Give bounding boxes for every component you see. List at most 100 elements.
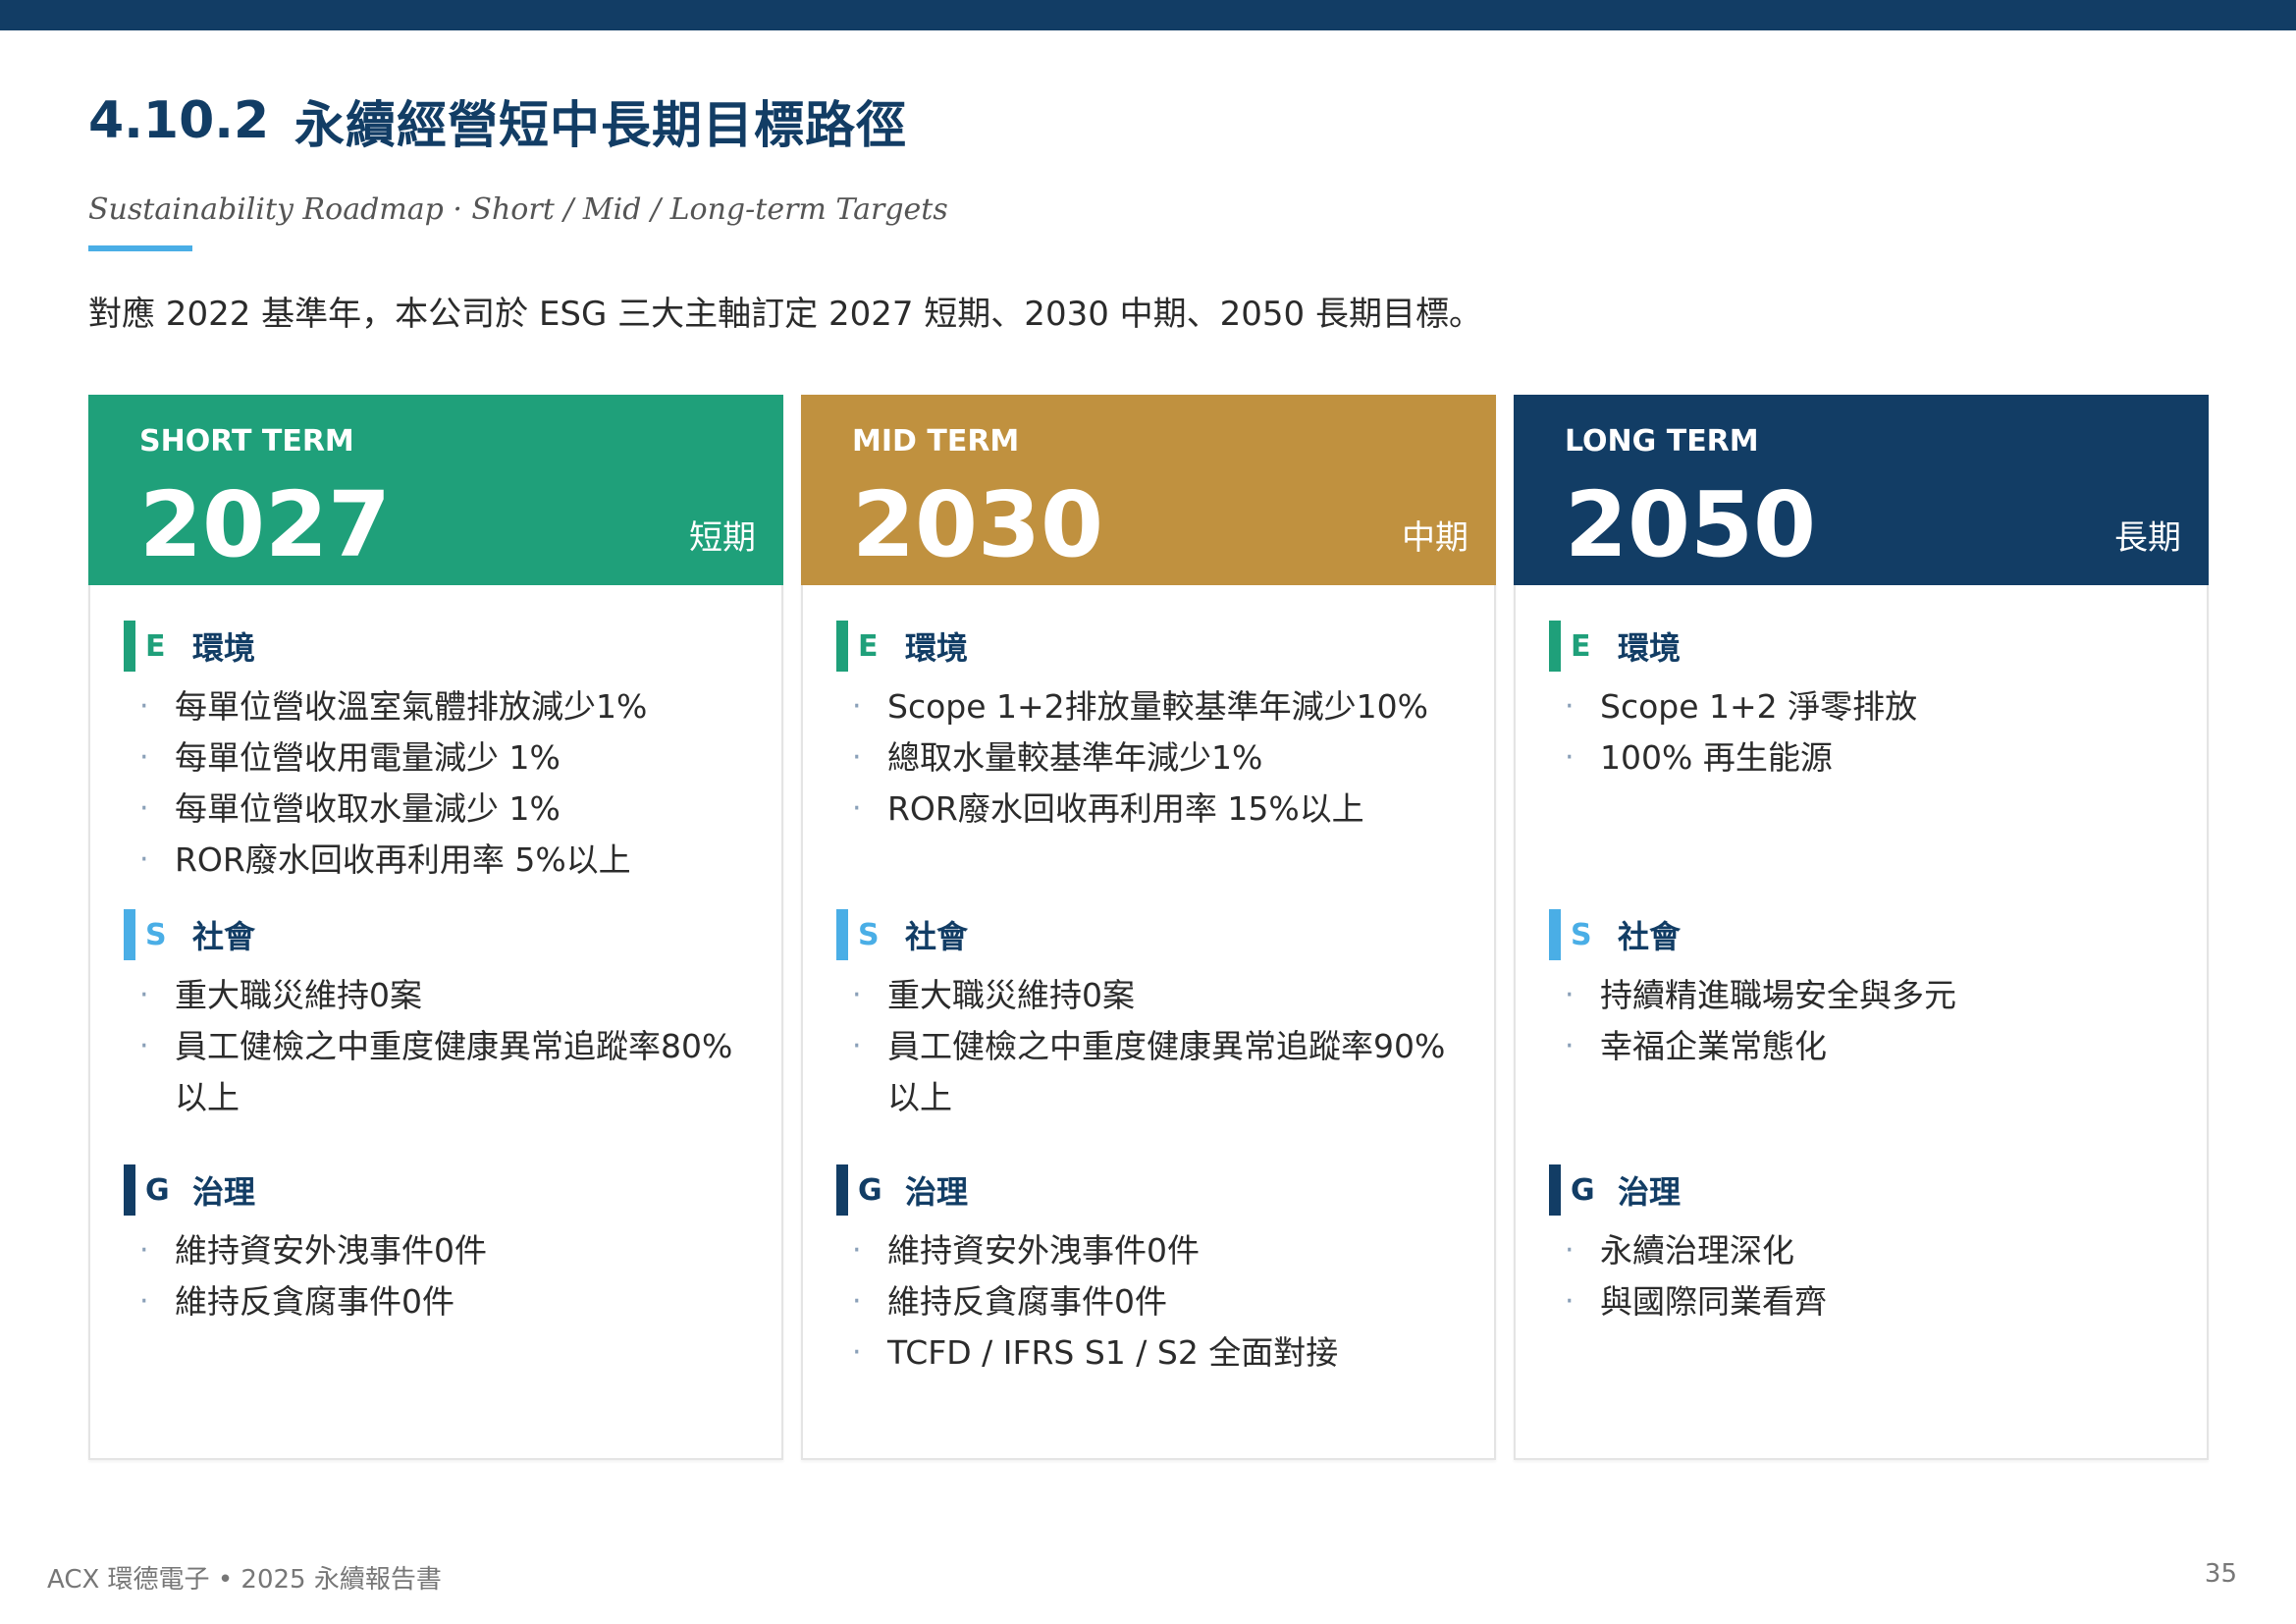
term-chinese-label: 長期: [2114, 518, 2181, 558]
group-letter: G: [145, 1172, 170, 1208]
group-title: 社會: [905, 918, 969, 955]
bullet-icon: ·: [852, 1233, 862, 1268]
list-item: · 員工健檢之中重度健康異常追蹤率80%以上: [124, 1021, 744, 1123]
group-governance: G 治理 · 維持資安外洩事件0件 · 維持反貪腐事件0件 · TCFD / IFRS…: [836, 1164, 1457, 1379]
bullet-icon: ·: [1565, 978, 1575, 1012]
list-item: · 持續精進職場安全與多元: [1549, 970, 2169, 1021]
intro-paragraph: 對應 2022 基準年，本公司於 ESG 三大主軸訂定 2027 短期、2030…: [88, 295, 1482, 334]
group-letter: S: [1571, 917, 1592, 952]
group-letter: S: [145, 917, 167, 952]
environment-bar: [836, 621, 848, 672]
footer-report-title: ACX 環德電子 • 2025 永續報告書: [47, 1565, 442, 1595]
term-label: SHORT TERM: [139, 424, 354, 459]
list-item: · TCFD / IFRS S1 / S2 全面對接: [836, 1327, 1457, 1379]
list-item: · 幸福企業常態化: [1549, 1021, 2169, 1072]
bullet-icon: ·: [139, 740, 149, 775]
list-item: · Scope 1+2排放量較基準年減少10%: [836, 681, 1457, 732]
list-item: · 員工健檢之中重度健康異常追蹤率90%以上: [836, 1021, 1457, 1123]
group-letter: S: [858, 917, 880, 952]
governance-bar: [1549, 1164, 1561, 1216]
term-year: 2030: [852, 472, 1104, 577]
term-year: 2027: [139, 472, 392, 577]
bullet-icon: ·: [852, 1029, 862, 1063]
card-long-term: LONG TERM 2050 長期 E 環境 · Scope 1+2 淨零排放 ·…: [1514, 395, 2209, 1460]
group-social: S 社會 · 重大職災維持0案 · 員工健檢之中重度健康異常追蹤率80%以上: [124, 909, 744, 1123]
bullet-icon: ·: [1565, 689, 1575, 724]
list-item: · 維持反貪腐事件0件: [124, 1276, 744, 1327]
bullet-icon: ·: [139, 1233, 149, 1268]
bullet-icon: ·: [1565, 1284, 1575, 1319]
group-title: 治理: [1618, 1173, 1682, 1211]
card-short-term: SHORT TERM 2027 短期 E 環境 · 每單位營收溫室氣體排放減少1%…: [88, 395, 783, 1460]
list-item: · 與國際同業看齊: [1549, 1276, 2169, 1327]
section-title: 永續經營短中長期目標路徑: [294, 97, 908, 155]
group-title: 環境: [905, 629, 969, 667]
term-label: LONG TERM: [1565, 424, 1759, 459]
bullet-icon: ·: [139, 791, 149, 826]
group-title: 環境: [1618, 629, 1682, 667]
environment-bar: [1549, 621, 1561, 672]
group-social: S 社會 · 重大職災維持0案 · 員工健檢之中重度健康異常追蹤率90%以上: [836, 909, 1457, 1123]
list-item: · 重大職災維持0案: [836, 970, 1457, 1021]
term-chinese-label: 短期: [689, 518, 756, 558]
card-mid-term: MID TERM 2030 中期 E 環境 · Scope 1+2排放量較基準年減…: [801, 395, 1496, 1460]
bullet-icon: ·: [139, 1029, 149, 1063]
term-chinese-label: 中期: [1402, 518, 1468, 558]
card-header-long-term: LONG TERM 2050 長期: [1514, 395, 2209, 585]
section-heading: 4.10.2 永續經營短中長期目標路徑: [88, 86, 907, 155]
list-item: · ROR廢水回收再利用率 5%以上: [124, 835, 744, 886]
group-title: 治理: [192, 1173, 256, 1211]
governance-bar: [124, 1164, 135, 1216]
list-item: · 100% 再生能源: [1549, 732, 2169, 784]
list-item: · 維持資安外洩事件0件: [836, 1225, 1457, 1276]
list-item: · ROR廢水回收再利用率 15%以上: [836, 784, 1457, 835]
subtitle-underline: [88, 245, 192, 251]
bullet-icon: ·: [852, 978, 862, 1012]
bullet-icon: ·: [852, 740, 862, 775]
bullet-icon: ·: [1565, 740, 1575, 775]
list-item: · 永續治理深化: [1549, 1225, 2169, 1276]
bullet-icon: ·: [852, 689, 862, 724]
bullet-icon: ·: [852, 1335, 862, 1370]
bullet-icon: ·: [139, 978, 149, 1012]
bullet-icon: ·: [1565, 1029, 1575, 1063]
section-number: 4.10.2: [88, 91, 270, 150]
group-title: 環境: [192, 629, 256, 667]
group-environment: E 環境 · Scope 1+2 淨零排放 · 100% 再生能源: [1549, 621, 2169, 784]
group-title: 社會: [1618, 918, 1682, 955]
group-governance: G 治理 · 永續治理深化 · 與國際同業看齊: [1549, 1164, 2169, 1327]
group-letter: E: [858, 628, 879, 664]
group-title: 社會: [192, 918, 256, 955]
term-year: 2050: [1565, 472, 1817, 577]
card-header-mid-term: MID TERM 2030 中期: [801, 395, 1496, 585]
group-governance: G 治理 · 維持資安外洩事件0件 · 維持反貪腐事件0件: [124, 1164, 744, 1327]
group-letter: E: [1571, 628, 1591, 664]
list-item: · 每單位營收用電量減少 1%: [124, 732, 744, 784]
group-title: 治理: [905, 1173, 969, 1211]
group-letter: E: [145, 628, 166, 664]
bullet-icon: ·: [139, 1284, 149, 1319]
bullet-icon: ·: [139, 842, 149, 877]
card-header-short-term: SHORT TERM 2027 短期: [88, 395, 783, 585]
list-item: · 每單位營收取水量減少 1%: [124, 784, 744, 835]
list-item: · 重大職災維持0案: [124, 970, 744, 1021]
list-item: · 每單位營收溫室氣體排放減少1%: [124, 681, 744, 732]
bullet-icon: ·: [852, 1284, 862, 1319]
list-item: · 維持反貪腐事件0件: [836, 1276, 1457, 1327]
group-letter: G: [858, 1172, 882, 1208]
group-environment: E 環境 · Scope 1+2排放量較基準年減少10% · 總取水量較基準年減少1…: [836, 621, 1457, 835]
group-environment: E 環境 · 每單位營收溫室氣體排放減少1% · 每單位營收用電量減少 1% · 每單…: [124, 621, 744, 886]
group-social: S 社會 · 持續精進職場安全與多元 · 幸福企業常態化: [1549, 909, 2169, 1072]
list-item: · 總取水量較基準年減少1%: [836, 732, 1457, 784]
bullet-icon: ·: [852, 791, 862, 826]
list-item: · 維持資安外洩事件0件: [124, 1225, 744, 1276]
term-label: MID TERM: [852, 424, 1020, 459]
page-number: 35: [2204, 1559, 2237, 1589]
list-item: · Scope 1+2 淨零排放: [1549, 681, 2169, 732]
social-bar: [1549, 909, 1561, 960]
subtitle: Sustainability Roadmap · Short / Mid / L…: [88, 192, 948, 227]
environment-bar: [124, 621, 135, 672]
social-bar: [124, 909, 135, 960]
bullet-icon: ·: [139, 689, 149, 724]
group-letter: G: [1571, 1172, 1595, 1208]
